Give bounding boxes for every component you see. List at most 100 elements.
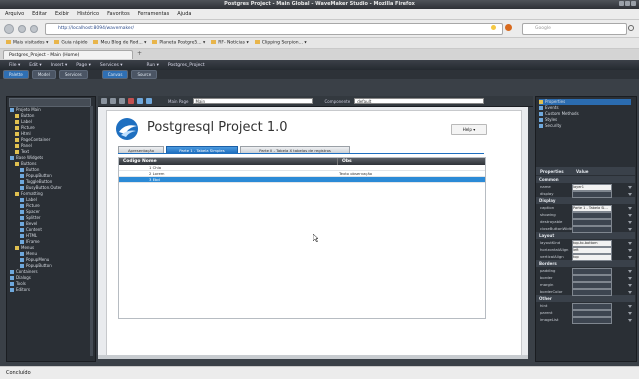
tab-model[interactable]: Model [31, 70, 56, 79]
chevron-down-icon[interactable] [628, 270, 632, 273]
tab-services[interactable]: Services [58, 70, 88, 79]
chevron-down-icon[interactable] [628, 242, 632, 245]
copy-icon[interactable] [110, 98, 116, 104]
props-value-field[interactable]: top [572, 254, 612, 261]
cut-icon[interactable] [101, 98, 107, 104]
props-row[interactable]: display [536, 190, 635, 198]
reload-icon[interactable] [30, 24, 38, 33]
chevron-down-icon[interactable] [628, 221, 632, 224]
forward-icon[interactable] [18, 24, 26, 33]
tab-source[interactable]: Source [131, 70, 158, 79]
bookmark-item[interactable]: Clipping Serpion... ▾ [254, 40, 307, 46]
studio-menu-services[interactable]: Services ▾ [100, 63, 123, 68]
props-row[interactable]: padding [536, 267, 635, 275]
props-value-field[interactable] [572, 226, 612, 233]
props-row[interactable]: destroyable [536, 218, 635, 226]
window-controls[interactable] [618, 1, 636, 8]
firefox-icon[interactable] [505, 24, 512, 31]
bookmark-item[interactable]: Meu Blog de Rod... ▾ [93, 40, 146, 46]
bookmark-item[interactable]: Planeta Postgre5... ▾ [152, 40, 205, 46]
menu-view[interactable]: Exibir [55, 11, 69, 17]
props-section-header[interactable]: Layout [536, 232, 635, 239]
chevron-down-icon[interactable] [628, 214, 632, 217]
props-row[interactable]: showing [536, 211, 635, 219]
table-row-selected[interactable]: 3 Ebd [119, 177, 485, 183]
menu-help[interactable]: Ajuda [177, 11, 191, 17]
props-row[interactable]: hint [536, 302, 635, 310]
props-row[interactable]: margin [536, 281, 635, 289]
tab-apresentacao[interactable]: Apresentação [118, 146, 164, 153]
bookmark-item[interactable]: Mais visitados ▾ [6, 40, 48, 46]
chevron-down-icon[interactable] [628, 249, 632, 252]
chevron-down-icon[interactable] [628, 319, 632, 322]
browser-tab[interactable]: Postgres_Project - Main (Home) [3, 50, 133, 59]
props-value-field[interactable] [572, 317, 612, 324]
props-section-header[interactable]: Other [536, 295, 635, 302]
bookmark-item[interactable]: RF- Notícias ▾ [211, 40, 249, 46]
props-row[interactable]: closeButtonWidth [536, 225, 635, 233]
props-row[interactable]: imageList [536, 316, 635, 324]
menu-file[interactable]: Arquivo [5, 11, 24, 17]
props-row[interactable]: parent [536, 309, 635, 317]
canvas-scrollbar[interactable] [98, 355, 528, 359]
tree-item[interactable]: Editors [9, 287, 89, 293]
chevron-down-icon[interactable] [628, 284, 632, 287]
bookmark-item[interactable]: Guia rápido [54, 40, 87, 46]
props-row[interactable]: layoutKind top-to-bottom [536, 239, 635, 247]
page-select[interactable]: Main [192, 98, 313, 104]
grid-header-obs[interactable]: Obs [337, 158, 485, 165]
paste-icon[interactable] [119, 98, 125, 104]
tab-parte-1[interactable]: Parte 1 - Tabela Simples [166, 146, 238, 153]
chevron-down-icon[interactable] [628, 312, 632, 315]
tab-palette[interactable]: Palette [3, 70, 29, 79]
back-icon[interactable] [4, 23, 14, 34]
chevron-down-icon[interactable] [628, 305, 632, 308]
chevron-down-icon[interactable] [628, 193, 632, 196]
page-star-icon[interactable] [491, 25, 496, 30]
props-row[interactable]: caption Parte 1 - Tabela Si... [536, 204, 635, 212]
tab-canvas[interactable]: Canvas [101, 70, 129, 79]
menu-history[interactable]: Histórico [77, 11, 99, 17]
tree-item-security[interactable]: Security [539, 123, 631, 129]
redo-icon[interactable] [146, 98, 152, 104]
menu-tools[interactable]: Ferramentas [138, 11, 170, 17]
props-row[interactable]: borderColor [536, 288, 635, 296]
chevron-down-icon[interactable] [628, 291, 632, 294]
data-grid[interactable]: Codigo Nome Obs 1 Chia 2 Lorem Texto obse… [118, 157, 486, 319]
studio-menu-insert[interactable]: Insert ▾ [51, 63, 68, 68]
studio-menu-edit[interactable]: Edit ▾ [29, 63, 41, 68]
undo-icon[interactable] [137, 98, 143, 104]
theme-select[interactable]: default [354, 98, 485, 104]
tab-parte-2[interactable]: Parte II - Tabela X tabelas de registros [240, 146, 350, 153]
palette-scrollbar[interactable] [90, 106, 93, 356]
search-icon[interactable] [628, 25, 634, 31]
help-button[interactable]: Help ▾ [451, 124, 487, 135]
props-section-header[interactable]: Display [536, 197, 635, 204]
url-bar[interactable]: http://localhost:8094/wavemaker/ [45, 23, 503, 35]
chevron-down-icon[interactable] [628, 277, 632, 280]
props-row[interactable]: name layer1 [536, 183, 635, 191]
props-section-header[interactable]: Common [536, 176, 635, 183]
props-row[interactable]: horizontalAlign left [536, 246, 635, 254]
palette-search-input[interactable] [9, 98, 91, 107]
props-value-field[interactable] [572, 289, 612, 296]
props-row[interactable]: verticalAlign top [536, 253, 635, 261]
studio-menu-run[interactable]: Run ▾ [147, 63, 159, 68]
studio-menu-file[interactable]: File ▾ [9, 63, 20, 68]
studio-menu-page[interactable]: Page ▾ [76, 63, 91, 68]
delete-icon[interactable] [128, 98, 134, 104]
chevron-down-icon[interactable] [628, 256, 632, 259]
chevron-down-icon[interactable] [628, 186, 632, 189]
chevron-down-icon[interactable] [628, 228, 632, 231]
menu-bookmarks[interactable]: Favoritos [107, 11, 130, 17]
props-value-field[interactable] [572, 191, 612, 198]
menu-edit[interactable]: Editar [32, 11, 47, 17]
grid-header-codigo-nome[interactable]: Codigo Nome [119, 158, 337, 165]
new-tab-icon[interactable]: + [137, 51, 143, 57]
maximize-icon[interactable] [625, 1, 630, 6]
search-input[interactable]: Google [522, 23, 627, 35]
minimize-icon[interactable] [619, 1, 624, 6]
chevron-down-icon[interactable] [628, 207, 632, 210]
props-section-header[interactable]: Borders [536, 260, 635, 267]
props-row[interactable]: border [536, 274, 635, 282]
